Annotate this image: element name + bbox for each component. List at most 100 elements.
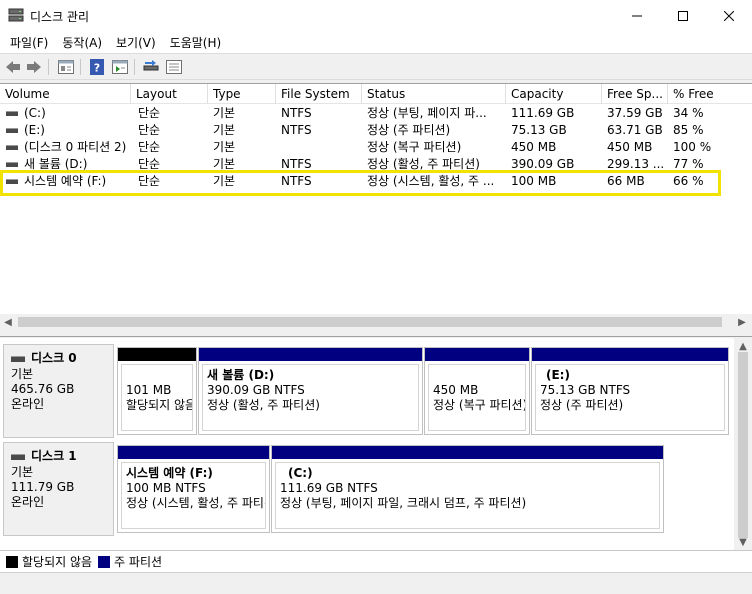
- maximize-icon: [678, 10, 688, 21]
- toolbar-separator: [48, 59, 49, 75]
- cell-type: 기본: [213, 106, 236, 120]
- partition-bar: [118, 446, 269, 459]
- partition-status: 할당되지 않음: [126, 398, 193, 412]
- column-header-status[interactable]: Status: [362, 84, 506, 104]
- menu-help[interactable]: 도움말(H): [163, 34, 229, 51]
- cell-layout: 단순: [138, 140, 161, 154]
- partition-size: 75.13 GB NTFS: [540, 383, 631, 397]
- volume-icon: [6, 128, 18, 133]
- cell-file-system: NTFS: [281, 123, 312, 137]
- partition-bar: [532, 348, 728, 361]
- close-button[interactable]: [706, 0, 752, 31]
- pane-splitter[interactable]: [0, 329, 752, 337]
- scroll-left-button[interactable]: ◀: [0, 314, 16, 330]
- list-header: Volume Layout Type File System Status Ca…: [0, 84, 752, 104]
- toolbar-separator: [134, 59, 135, 75]
- column-header-layout[interactable]: Layout: [131, 84, 208, 104]
- minimize-icon: [632, 15, 642, 16]
- console-tree-button[interactable]: [111, 58, 129, 76]
- disk-1-label[interactable]: 디스크 1 기본 111.79 GB 온라인: [3, 442, 114, 536]
- cell-status: 정상 (복구 파티션): [367, 140, 462, 154]
- partition-size: 101 MB: [126, 383, 172, 397]
- cell-percent-free: 85 %: [673, 123, 704, 137]
- rescan-disk-icon: [143, 60, 159, 71]
- partition-body: 시스템 예약 (F:) 100 MB NTFS 정상 (시스템, 활성, 주 파…: [121, 462, 266, 529]
- column-header-percent-free[interactable]: % Free: [668, 84, 752, 104]
- cell-status: 정상 (부팅, 페이지 파...: [367, 106, 487, 120]
- partition-bar: [272, 446, 663, 459]
- partition-body: (E:) 75.13 GB NTFS 정상 (주 파티션): [535, 364, 725, 431]
- table-row[interactable]: (디스크 0 파티션 2) 단순 기본 정상 (복구 파티션) 450 MB 4…: [0, 139, 752, 156]
- vertical-scrollbar[interactable]: ▲ ▼: [734, 338, 752, 550]
- volume-list: Volume Layout Type File System Status Ca…: [0, 83, 752, 330]
- scroll-right-button[interactable]: ▶: [734, 314, 750, 330]
- disk-0-label[interactable]: 디스크 0 기본 465.76 GB 온라인: [3, 344, 114, 438]
- cell-file-system: [281, 139, 361, 156]
- chevron-up-icon: ▲: [739, 340, 747, 352]
- partition-f[interactable]: 시스템 예약 (F:) 100 MB NTFS 정상 (시스템, 활성, 주 파…: [117, 445, 270, 533]
- partition-bar: [425, 348, 529, 361]
- rescan-disks-button[interactable]: [142, 58, 160, 76]
- cell-percent-free: 100 %: [673, 140, 712, 154]
- menu-action[interactable]: 동작(A): [55, 34, 109, 51]
- table-row[interactable]: (E:) 단순 기본 NTFS 정상 (주 파티션) 75.13 GB 63.7…: [0, 122, 752, 139]
- partition-size: 390.09 GB NTFS: [207, 383, 305, 397]
- column-header-file-system[interactable]: File System: [276, 84, 362, 104]
- partition-name: (E:): [546, 368, 570, 382]
- disk-title: 디스크 0: [31, 351, 77, 365]
- maximize-button[interactable]: [660, 0, 706, 31]
- cell-capacity: 450 MB: [511, 140, 557, 154]
- cell-percent-free: 34 %: [673, 106, 704, 120]
- column-header-free-space[interactable]: Free Sp...: [602, 84, 668, 104]
- help-button[interactable]: ?: [88, 58, 106, 76]
- properties-button[interactable]: [57, 58, 75, 76]
- partition-e[interactable]: (E:) 75.13 GB NTFS 정상 (주 파티션): [531, 347, 729, 435]
- partition-name: [126, 368, 192, 383]
- disk-icon: [11, 453, 25, 460]
- legend: 할당되지 않음 주 파티션: [0, 550, 752, 572]
- partition-unallocated[interactable]: 101 MB 할당되지 않음: [117, 347, 197, 435]
- column-header-type[interactable]: Type: [208, 84, 276, 104]
- menu-file[interactable]: 파일(F): [3, 34, 55, 51]
- cell-free-space: 37.59 GB: [607, 106, 663, 120]
- column-header-volume[interactable]: Volume: [0, 84, 131, 104]
- column-header-capacity[interactable]: Capacity: [506, 84, 602, 104]
- partition-status: 정상 (주 파티션): [540, 398, 624, 412]
- partition-c[interactable]: (C:) 111.69 GB NTFS 정상 (부팅, 페이지 파일, 크래시 …: [271, 445, 664, 533]
- table-row[interactable]: (C:) 단순 기본 NTFS 정상 (부팅, 페이지 파... 111.69 …: [0, 105, 752, 122]
- cell-file-system: NTFS: [281, 106, 312, 120]
- cell-capacity: 75.13 GB: [511, 123, 567, 137]
- partition-size: 450 MB: [433, 383, 479, 397]
- help-icon: ?: [90, 59, 104, 75]
- view-button[interactable]: [165, 58, 183, 76]
- disk-type: 기본: [11, 367, 34, 381]
- cell-status: 정상 (주 파티션): [367, 123, 451, 137]
- partition-size: 100 MB NTFS: [126, 481, 206, 495]
- cell-volume: (C:): [24, 106, 46, 120]
- forward-button[interactable]: [25, 58, 43, 76]
- back-button[interactable]: [4, 58, 22, 76]
- partition-recovery[interactable]: 450 MB 정상 (복구 파티션): [424, 347, 530, 435]
- legend-label: 주 파티션: [114, 555, 163, 569]
- scroll-down-button[interactable]: ▼: [734, 534, 752, 550]
- partition-status: 정상 (시스템, 활성, 주 파티션): [126, 496, 266, 510]
- partition-d[interactable]: 새 볼륨 (D:) 390.09 GB NTFS 정상 (활성, 주 파티션): [198, 347, 423, 435]
- minimize-button[interactable]: [614, 0, 660, 31]
- properties-icon: [58, 60, 74, 74]
- menu-view[interactable]: 보기(V): [109, 34, 163, 51]
- scrollbar-thumb[interactable]: [18, 317, 722, 327]
- cell-type: 기본: [213, 140, 236, 154]
- horizontal-scrollbar[interactable]: ◀ ▶: [0, 314, 752, 330]
- disk-graph-pane: 디스크 0 기본 465.76 GB 온라인 101 MB 할당되지 않음 새 …: [0, 338, 752, 550]
- disk-type: 기본: [11, 465, 34, 479]
- partition-bar: [199, 348, 422, 361]
- scrollbar-thumb[interactable]: [738, 352, 748, 538]
- cell-type: 기본: [213, 123, 236, 137]
- legend-swatch: [6, 555, 18, 568]
- disk-title: 디스크 1: [31, 449, 77, 463]
- disk-state: 온라인: [11, 495, 45, 509]
- window-title: 디스크 관리: [30, 10, 90, 24]
- partition-name: 새 볼륨 (D:): [207, 368, 275, 382]
- chevron-left-icon: ◀: [4, 316, 12, 328]
- view-icon: [166, 60, 182, 74]
